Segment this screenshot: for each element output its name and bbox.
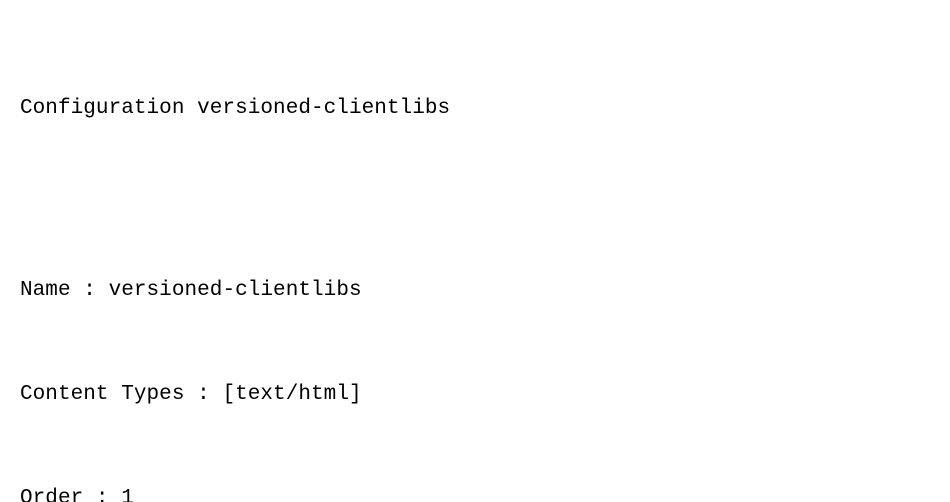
property-label-content-types: Content Types — [20, 383, 185, 406]
config-title-line: Configuration versioned-clientlibs — [20, 97, 451, 120]
property-value-name: versioned-clientlibs — [108, 279, 362, 302]
property-separator-name: : — [70, 279, 109, 302]
property-label-order: Order — [20, 487, 84, 502]
property-value-order: 1 — [121, 487, 134, 502]
blank-separator-line — [20, 174, 869, 200]
property-line-order: Order : 1 — [20, 486, 869, 502]
property-line-content-types: Content Types : [text/html] — [20, 382, 869, 408]
console-output-screen: Configuration versioned-clientlibs Name … — [0, 0, 950, 502]
property-line-name: Name : versioned-clientlibs — [20, 278, 869, 304]
property-separator-content-types: : — [184, 383, 223, 406]
property-value-content-types: [text/html] — [222, 383, 362, 406]
console-text-block: Configuration versioned-clientlibs Name … — [20, 18, 869, 502]
property-label-name: Name — [20, 279, 71, 302]
property-separator-order: : — [83, 487, 122, 502]
